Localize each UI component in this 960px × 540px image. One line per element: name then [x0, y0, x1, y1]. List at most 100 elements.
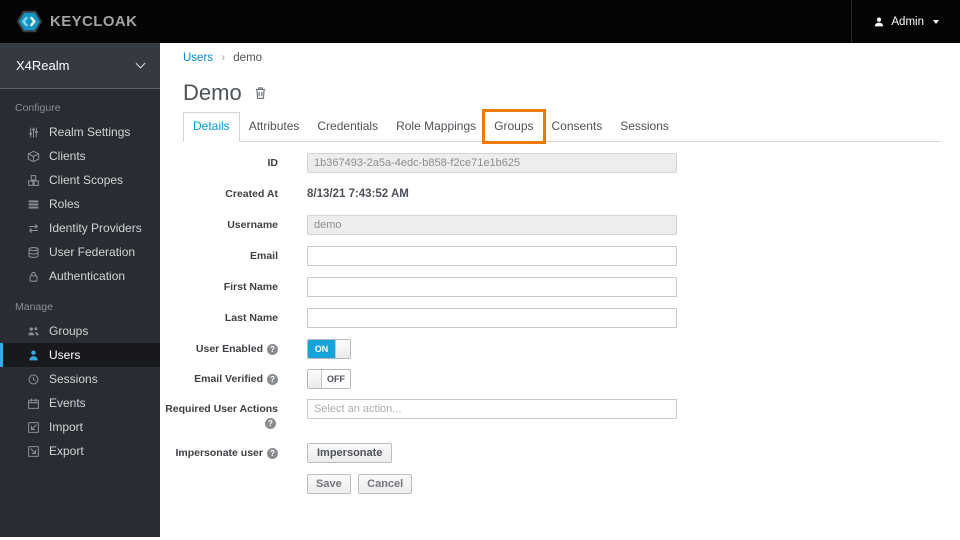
sidebar-item-label: User Federation: [49, 245, 136, 259]
form-row: First Name: [183, 277, 677, 297]
app-header: KEYCLOAK Admin: [0, 0, 960, 43]
keycloak-logo[interactable]: KEYCLOAK: [0, 0, 137, 43]
user-icon: [29, 350, 38, 360]
sidebar-item-label: Events: [49, 396, 86, 410]
field-label: Username: [227, 219, 278, 231]
field-label: Created At: [225, 188, 278, 200]
main-content: Users › demo Demo Details Attributes Cre…: [160, 43, 960, 540]
sidebar-item-clients[interactable]: Clients: [0, 144, 160, 168]
first-name-field[interactable]: [307, 277, 677, 297]
brand-text: KEYCLOAK: [50, 13, 138, 30]
sidebar-item-import[interactable]: Import: [0, 415, 160, 439]
email-field[interactable]: [307, 246, 677, 266]
breadcrumb-separator: ›: [221, 52, 226, 64]
required-actions-select[interactable]: [307, 399, 677, 419]
tab-credentials[interactable]: Credentials: [308, 112, 387, 141]
user-menu[interactable]: Admin: [851, 0, 960, 43]
help-icon: ?: [267, 343, 278, 355]
field-label: Email Verified: [194, 373, 263, 385]
field-label: First Name: [223, 281, 278, 293]
sidebar-item-sessions[interactable]: Sessions: [0, 367, 160, 391]
sidebar-item-user-federation[interactable]: User Federation: [0, 240, 160, 264]
form-row: Required User Actions ?: [165, 399, 677, 429]
sidebar: X4Realm Configure Realm Settings Clients…: [0, 43, 160, 537]
sidebar-item-label: Import: [49, 420, 84, 434]
sidebar-item-export[interactable]: Export: [0, 439, 160, 463]
cubes-icon: [28, 174, 39, 186]
form-actions: Save Cancel: [183, 474, 677, 494]
sidebar-item-identity-providers[interactable]: Identity Providers: [0, 216, 160, 240]
tab-bar: Details Attributes Credentials Role Mapp…: [183, 112, 941, 142]
form-row: ID: [183, 153, 677, 173]
sidebar-item-label: Clients: [49, 149, 86, 163]
keycloak-logo-icon: [16, 10, 43, 33]
realm-selector[interactable]: X4Realm: [0, 43, 160, 89]
chevron-down-icon: [135, 58, 146, 69]
form-row: Email Verified ? OFF: [183, 369, 677, 389]
toggle-on-label: ON: [308, 340, 335, 358]
sidebar-item-label: Roles: [49, 197, 80, 211]
breadcrumb-current: demo: [233, 52, 263, 64]
email-verified-toggle[interactable]: OFF: [307, 369, 351, 389]
trash-icon[interactable]: [253, 85, 268, 101]
cancel-button[interactable]: Cancel: [358, 474, 413, 494]
list-icon: [28, 199, 39, 209]
created-at-value: 8/13/21 7:43:52 AM: [307, 188, 409, 200]
sidebar-item-label: Authentication: [49, 269, 126, 283]
tab-details[interactable]: Details: [183, 112, 240, 142]
toggle-knob: [335, 340, 350, 358]
sliders-icon: [29, 127, 38, 137]
form-row: Created At 8/13/21 7:43:52 AM: [183, 184, 677, 204]
sidebar-item-roles[interactable]: Roles: [0, 192, 160, 216]
sidebar-item-label: Realm Settings: [49, 125, 131, 139]
sidebar-item-users[interactable]: Users: [0, 343, 160, 367]
import-icon: [28, 421, 39, 433]
sidebar-item-authentication[interactable]: Authentication: [0, 264, 160, 288]
person-icon: [875, 17, 884, 27]
toggle-off-label: OFF: [322, 370, 350, 388]
breadcrumb-users-link[interactable]: Users: [183, 52, 213, 64]
tab-consents[interactable]: Consents: [543, 112, 612, 141]
lock-icon: [29, 271, 38, 282]
field-label: Required User Actions: [165, 403, 278, 415]
sidebar-item-label: Groups: [49, 324, 89, 338]
export-icon: [28, 445, 39, 457]
field-label: Last Name: [224, 312, 278, 324]
realm-name: X4Realm: [16, 58, 70, 73]
username-field: [307, 215, 677, 235]
id-field: [307, 153, 677, 173]
form-row: User Enabled ? ON: [183, 339, 677, 359]
field-label: Email: [249, 250, 278, 262]
impersonate-button[interactable]: Impersonate: [307, 443, 393, 463]
sidebar-item-label: Users: [49, 348, 81, 362]
tab-sessions[interactable]: Sessions: [611, 112, 678, 141]
last-name-field[interactable]: [307, 308, 677, 328]
user-details-form: ID Created At 8/13/21 7:43:52 AM Usernam…: [165, 153, 677, 505]
help-icon: ?: [267, 447, 278, 459]
help-icon: ?: [267, 373, 278, 385]
sidebar-item-label: Export: [49, 444, 84, 458]
user-enabled-toggle[interactable]: ON: [307, 339, 351, 359]
clock-icon: [28, 374, 39, 384]
breadcrumb: Users › demo: [183, 52, 262, 64]
form-row: Last Name: [183, 308, 677, 328]
tab-role-mappings[interactable]: Role Mappings: [387, 112, 485, 141]
page-title: Demo: [183, 80, 268, 106]
sidebar-item-realm-settings[interactable]: Realm Settings: [0, 120, 160, 144]
cube-icon: [27, 150, 40, 162]
toggle-knob: [308, 370, 322, 388]
nav-section-manage: Manage: [15, 301, 53, 313]
database-icon: [28, 246, 39, 258]
sidebar-item-client-scopes[interactable]: Client Scopes: [0, 168, 160, 192]
sidebar-item-groups[interactable]: Groups: [0, 319, 160, 343]
calendar-icon: [28, 398, 39, 409]
sidebar-item-label: Identity Providers: [49, 221, 142, 235]
users-group-icon: [28, 326, 39, 335]
help-icon: ?: [265, 418, 276, 429]
save-button[interactable]: Save: [307, 474, 351, 494]
tab-attributes[interactable]: Attributes: [240, 112, 309, 141]
tab-groups[interactable]: Groups: [485, 112, 542, 141]
field-label: ID: [267, 157, 279, 169]
sidebar-item-events[interactable]: Events: [0, 391, 160, 415]
field-label: Impersonate user: [175, 447, 263, 459]
